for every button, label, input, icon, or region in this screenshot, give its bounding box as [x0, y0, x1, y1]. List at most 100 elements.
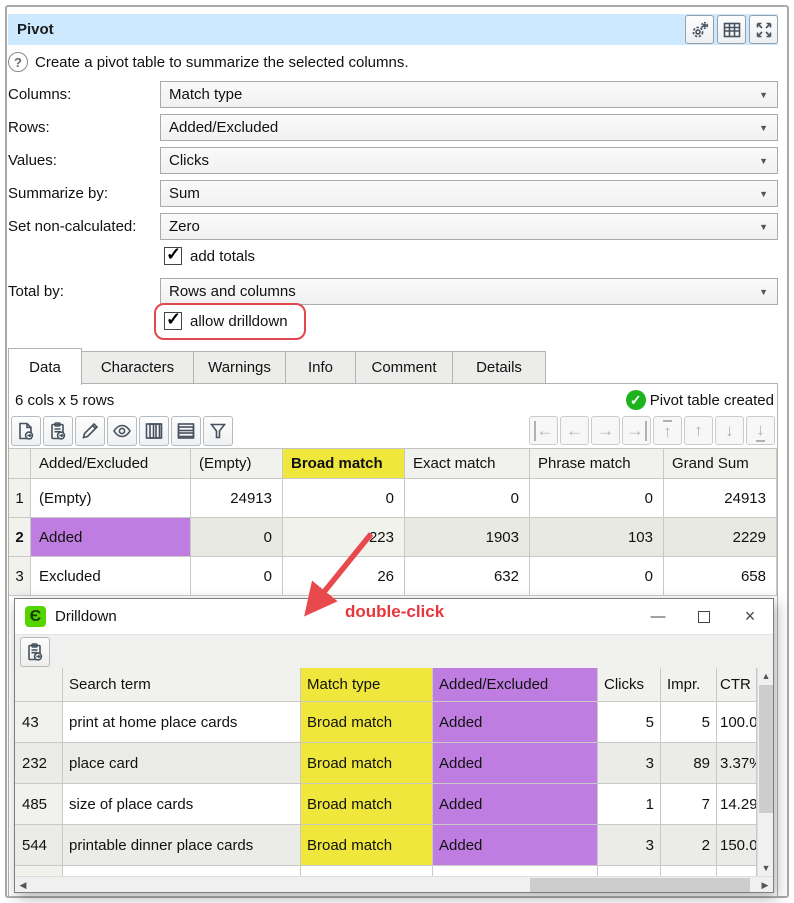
add-totals-checkbox[interactable] [164, 247, 182, 265]
column-header[interactable]: (Empty) [191, 449, 283, 479]
column-header[interactable]: Added/Excluded [31, 449, 191, 479]
first-column-button[interactable]: ← [529, 416, 558, 445]
column-header[interactable]: CTR [717, 668, 757, 702]
table-cell[interactable]: 3 [598, 825, 661, 866]
values-select[interactable]: Clicks ▼ [160, 147, 778, 174]
row-number[interactable]: 3 [9, 557, 31, 596]
horizontal-scrollbar[interactable]: ◀ ▶ [15, 876, 773, 892]
table-cell[interactable]: 89 [661, 743, 717, 784]
table-cell[interactable]: 26 [283, 557, 405, 596]
table-cell[interactable]: 0 [191, 518, 283, 557]
tab-data[interactable]: Data [8, 348, 82, 385]
scroll-right-icon[interactable]: ▶ [757, 877, 773, 893]
drilldown-copy-button[interactable] [20, 637, 50, 667]
column-header-yellow[interactable]: Match type [301, 668, 433, 702]
table-cell[interactable]: 0 [191, 557, 283, 596]
column-header[interactable]: Phrase match [530, 449, 664, 479]
columns-select[interactable]: Match type ▼ [160, 81, 778, 108]
table-cell[interactable]: 24913 [664, 479, 777, 518]
copy-clipboard-button[interactable] [43, 416, 73, 446]
next-column-button[interactable]: → [591, 416, 620, 445]
table-cell[interactable]: 658 [664, 557, 777, 596]
table-cell-purple[interactable]: Added [433, 825, 598, 866]
rows-button[interactable] [171, 416, 201, 446]
scroll-up-icon[interactable]: ▲ [758, 668, 774, 684]
table-cell[interactable]: 1903 [405, 518, 530, 557]
table-cell[interactable]: 24913 [191, 479, 283, 518]
table-cell-yellow[interactable]: Broad match [301, 743, 433, 784]
noncalc-select[interactable]: Zero ▼ [160, 213, 778, 240]
scrollbar-thumb[interactable] [530, 878, 750, 892]
table-cell-highlighted[interactable]: Added [31, 518, 191, 557]
scroll-left-icon[interactable]: ◀ [15, 877, 31, 893]
summarize-select[interactable]: Sum ▼ [160, 180, 778, 207]
row-number[interactable]: 485 [15, 784, 63, 825]
settings-button[interactable] [685, 15, 714, 44]
view-button[interactable] [107, 416, 137, 446]
table-cell[interactable]: 5 [598, 702, 661, 743]
table-cell[interactable]: 7 [661, 784, 717, 825]
rows-select[interactable]: Added/Excluded ▼ [160, 114, 778, 141]
scroll-down-icon[interactable]: ▼ [758, 860, 774, 876]
column-header[interactable]: Clicks [598, 668, 661, 702]
table-cell-drilldown-source[interactable]: 223 [283, 518, 405, 557]
scrollbar-thumb[interactable] [759, 685, 773, 813]
row-number[interactable]: 2 [9, 518, 31, 557]
table-cell[interactable]: 150.0% [717, 825, 757, 866]
table-cell-purple[interactable]: Added [433, 702, 598, 743]
minimize-button[interactable]: — [635, 600, 681, 634]
totalby-select[interactable]: Rows and columns ▼ [160, 278, 778, 305]
column-header[interactable]: Search term [63, 668, 301, 702]
export-file-button[interactable] [11, 416, 41, 446]
last-column-button[interactable]: → [622, 416, 651, 445]
next-row-button[interactable]: ↓ [715, 416, 744, 445]
maximize-button[interactable] [681, 600, 727, 634]
table-cell[interactable]: 3.37% [717, 743, 757, 784]
edit-button[interactable] [75, 416, 105, 446]
tab-comment[interactable]: Comment [356, 351, 453, 384]
vertical-scrollbar[interactable]: ▲ ▼ [757, 668, 773, 876]
table-cell[interactable]: 14.29% [717, 784, 757, 825]
row-number[interactable]: 43 [15, 702, 63, 743]
row-number[interactable]: 232 [15, 743, 63, 784]
last-row-button[interactable]: ↓ [746, 416, 775, 445]
tab-info[interactable]: Info [286, 351, 356, 384]
table-cell[interactable]: printable dinner place cards [63, 825, 301, 866]
maximize-pane-button[interactable] [749, 15, 778, 44]
table-cell[interactable]: (Empty) [31, 479, 191, 518]
table-cell[interactable]: 5 [661, 702, 717, 743]
previous-column-button[interactable]: ← [560, 416, 589, 445]
table-cell[interactable]: 2 [661, 825, 717, 866]
table-cell[interactable]: 103 [530, 518, 664, 557]
table-cell[interactable]: 100.0% [717, 702, 757, 743]
table-view-button[interactable] [717, 15, 746, 44]
tab-characters[interactable]: Characters [82, 351, 194, 384]
previous-row-button[interactable]: ↑ [684, 416, 713, 445]
row-number[interactable]: 544 [15, 825, 63, 866]
first-row-button[interactable]: ↑ [653, 416, 682, 445]
table-cell-yellow[interactable]: Broad match [301, 702, 433, 743]
filter-button[interactable] [203, 416, 233, 446]
columns-button[interactable] [139, 416, 169, 446]
row-number[interactable]: 1 [9, 479, 31, 518]
column-header[interactable]: Impr. [661, 668, 717, 702]
table-cell-purple[interactable]: Added [433, 743, 598, 784]
table-cell-yellow[interactable]: Broad match [301, 784, 433, 825]
tab-warnings[interactable]: Warnings [194, 351, 286, 384]
table-cell[interactable]: 3 [598, 743, 661, 784]
help-icon[interactable]: ? [8, 52, 28, 72]
column-header-highlighted[interactable]: Broad match [283, 449, 405, 479]
table-cell[interactable]: 0 [283, 479, 405, 518]
column-header[interactable]: Grand Sum [664, 449, 777, 479]
column-header-purple[interactable]: Added/Excluded [433, 668, 598, 702]
table-cell[interactable]: 0 [530, 557, 664, 596]
table-cell[interactable]: Excluded [31, 557, 191, 596]
table-cell[interactable]: print at home place cards [63, 702, 301, 743]
close-button[interactable]: × [727, 600, 773, 634]
table-cell[interactable]: 0 [405, 479, 530, 518]
tab-details[interactable]: Details [453, 351, 546, 384]
table-cell[interactable]: 1 [598, 784, 661, 825]
table-cell[interactable]: place card [63, 743, 301, 784]
table-cell[interactable]: 2229 [664, 518, 777, 557]
column-header[interactable]: Exact match [405, 449, 530, 479]
